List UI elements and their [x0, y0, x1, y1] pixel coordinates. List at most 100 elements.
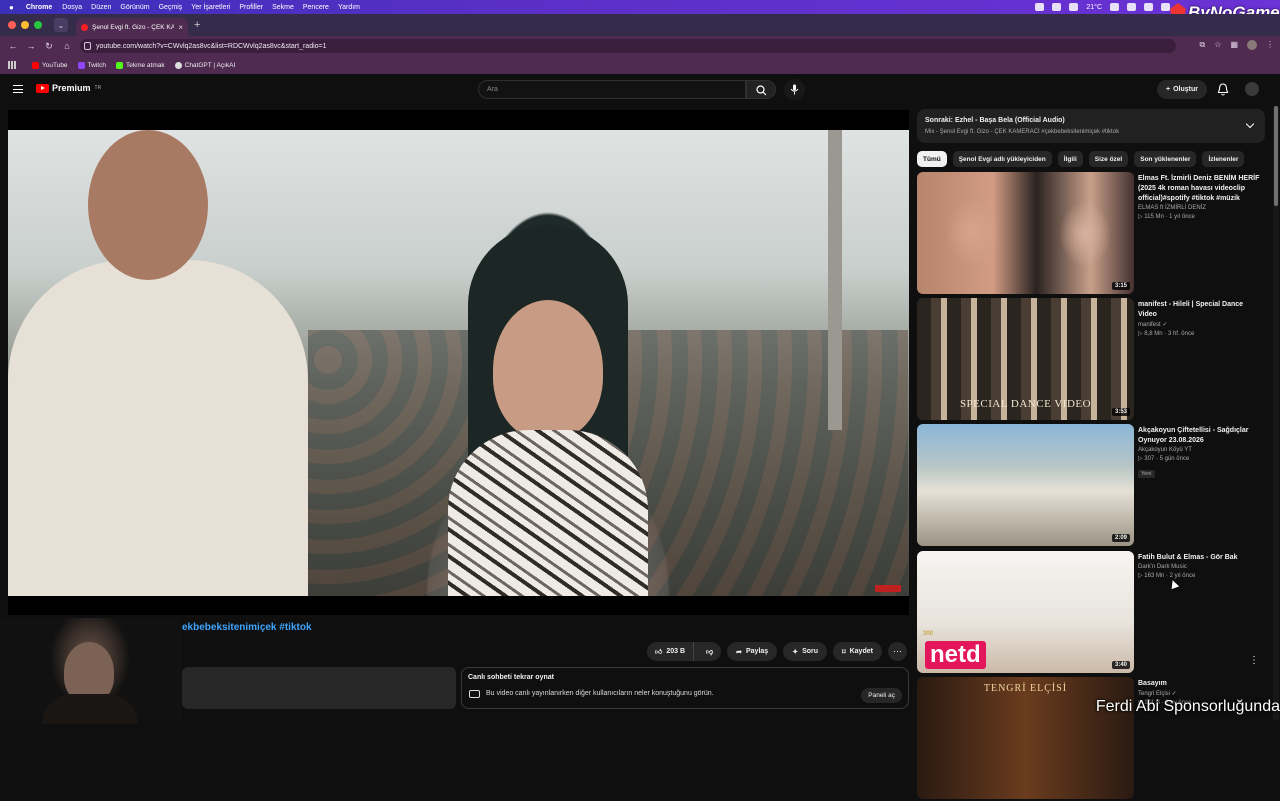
account-avatar[interactable] — [1245, 82, 1259, 96]
description-card[interactable] — [182, 667, 456, 709]
menu-history[interactable]: Geçmiş — [159, 4, 183, 11]
weather-temperature[interactable]: 21°C — [1086, 4, 1102, 11]
thumbnail-text: SPECIAL DANCE VIDEO — [959, 398, 1092, 410]
recommendation-meta: ▷ 115 Mn · 1 yıl önce — [1138, 214, 1195, 220]
create-button[interactable]: + Oluştur — [1157, 80, 1207, 99]
up-next-panel[interactable]: Sonraki: Ezhel - Başa Bela (Official Aud… — [917, 109, 1265, 143]
bookmark-star-icon[interactable]: ☆ — [1214, 40, 1221, 50]
ask-button[interactable]: ✦ Soru — [783, 642, 828, 661]
bookmark-youtube[interactable]: YouTube — [32, 61, 68, 69]
recommendation-item[interactable]: 300 netd 3:40 Fatih Bulut & Elmas - Gör … — [917, 551, 1267, 675]
screen-share-icon[interactable] — [1035, 3, 1045, 11]
chevron-down-icon[interactable] — [1245, 119, 1255, 129]
open-panel-button[interactable]: Paneli aç — [861, 688, 902, 703]
site-info-icon[interactable] — [84, 42, 91, 50]
video-thumbnail[interactable]: 3:15 — [917, 172, 1134, 294]
video-title-hashtags[interactable]: ekbebeksitenimiçek #tiktok — [182, 622, 312, 633]
menu-profiles[interactable]: Profiller — [239, 4, 263, 11]
youtube-premium-logo[interactable]: Premium TR — [36, 83, 101, 93]
network-icon[interactable] — [1127, 3, 1136, 11]
reload-icon[interactable]: ↻ — [40, 41, 58, 52]
menu-app-name[interactable]: Chrome — [26, 4, 52, 11]
menu-help[interactable]: Yardım — [338, 4, 360, 11]
recommendation-item[interactable]: TENGRİ ELÇİSİ Basayım Tengri Elçisi ✓ ▷ … — [917, 677, 1267, 801]
search-input[interactable]: Ara — [478, 80, 746, 99]
tab-search-button[interactable]: ⌄ — [54, 18, 68, 32]
recommendation-item[interactable]: SPECIAL DANCE VIDEO 3:53 manifest - Hilel… — [917, 298, 1267, 422]
dislike-button[interactable]: 👎︎ — [698, 642, 721, 661]
menu-tab[interactable]: Sekme — [272, 4, 294, 11]
extensions-icon[interactable]: ▦ — [1230, 40, 1238, 50]
chip-related[interactable]: İlgili — [1057, 151, 1083, 167]
video-frame[interactable] — [8, 130, 909, 596]
chip-for-you[interactable]: Size özel — [1088, 151, 1129, 167]
address-bar[interactable]: youtube.com/watch?v=CWvlq2as8vc&list=RDC… — [80, 39, 1176, 53]
chip-all[interactable]: Tümü — [917, 151, 947, 167]
url-text[interactable]: youtube.com/watch?v=CWvlq2as8vc&list=RDC… — [96, 43, 327, 50]
notifications-bell-icon[interactable] — [1217, 83, 1229, 96]
channel-watermark-icon[interactable] — [875, 585, 901, 592]
close-window-button[interactable] — [8, 21, 16, 29]
maximize-window-button[interactable] — [34, 21, 42, 29]
recommendation-channel[interactable]: Tengri Elçisi ✓ — [1138, 690, 1262, 697]
chip-recently-uploaded[interactable]: Son yüklenenler — [1134, 151, 1197, 167]
new-tab-button[interactable]: + — [194, 19, 200, 31]
chip-watched[interactable]: İzlenenler — [1202, 151, 1245, 167]
recommendation-channel[interactable]: manifest ✓ — [1138, 321, 1262, 328]
more-options-icon[interactable]: ⋮ — [1249, 655, 1259, 666]
settings-icon[interactable] — [1144, 3, 1153, 11]
media-icon[interactable] — [1110, 3, 1119, 11]
bookmark-chatgpt[interactable]: ChatGPT | AçıkAI — [174, 61, 236, 69]
apple-icon[interactable]: ● — [9, 3, 14, 12]
like-button[interactable]: 👍︎ 203 B — [647, 642, 695, 661]
chip-from-uploader[interactable]: Şenol Evgi adlı yükleyiciden — [952, 151, 1052, 167]
voice-search-button[interactable] — [784, 79, 805, 100]
chrome-menu-icon[interactable]: ⋮ — [1266, 40, 1274, 50]
chrome-status-icon[interactable] — [1052, 3, 1062, 11]
close-tab-icon[interactable]: × — [178, 23, 183, 32]
menu-window[interactable]: Pencere — [303, 4, 329, 11]
video-player[interactable] — [8, 110, 909, 615]
page-scrollbar[interactable] — [1273, 106, 1279, 720]
bookmark-twitch[interactable]: Twitch — [77, 61, 106, 69]
video-thumbnail[interactable]: TENGRİ ELÇİSİ — [917, 677, 1134, 799]
home-icon[interactable]: ⌂ — [58, 41, 76, 51]
menu-hamburger-icon[interactable] — [13, 85, 23, 93]
minimize-window-button[interactable] — [21, 21, 29, 29]
more-actions-button[interactable]: ⋯ — [887, 642, 907, 661]
recommendation-title[interactable]: Akçakoyun Çiftetellisi - Sağdıçlar Oynuy… — [1138, 426, 1262, 446]
record-icon[interactable] — [1069, 3, 1079, 11]
video-thumbnail[interactable]: 2:09 — [917, 424, 1134, 546]
wifi-icon[interactable] — [1161, 3, 1170, 11]
back-arrow-icon[interactable]: ← — [4, 41, 22, 51]
recommendation-item[interactable]: 2:09 Akçakoyun Çiftetellisi - Sağdıçlar … — [917, 424, 1267, 548]
search-button[interactable] — [746, 80, 776, 99]
profile-avatar[interactable] — [1247, 40, 1257, 50]
video-thumbnail[interactable]: 300 netd 3:40 — [917, 551, 1134, 673]
browser-tab-active[interactable]: Şenol Evgi ft. Gizo - ÇEK KAI × — [76, 18, 188, 36]
scrollbar-thumb[interactable] — [1274, 106, 1278, 206]
recommendation-channel[interactable]: Dark'n Dark Music — [1138, 564, 1262, 570]
menu-bookmarks[interactable]: Yer İşaretleri — [191, 4, 230, 11]
menu-file[interactable]: Dosya — [62, 4, 82, 11]
duration-badge: 3:40 — [1111, 661, 1130, 669]
apps-grid-icon[interactable] — [8, 61, 16, 69]
share-button[interactable]: ➦ Paylaş — [727, 642, 778, 661]
menu-edit[interactable]: Düzen — [91, 4, 111, 11]
install-app-icon[interactable]: ⧉ — [1200, 40, 1206, 50]
menu-view[interactable]: Görünüm — [120, 4, 149, 11]
recommendation-item[interactable]: 3:15 Elmas Ft. İzmirli Deniz BENİM HERİF… — [917, 172, 1267, 296]
recommendation-title[interactable]: Basayım — [1138, 679, 1262, 689]
recommendation-channel[interactable]: Akçakoyun Köyü YT — [1138, 447, 1262, 453]
sparkle-icon: ✦ — [792, 648, 799, 656]
bookmark-label: ChatGPT | AçıkAI — [184, 61, 236, 69]
recommendation-title[interactable]: Fatih Bulut & Elmas - Gör Bak — [1138, 553, 1262, 563]
recommendation-info: Akçakoyun Çiftetellisi - Sağdıçlar Oynuy… — [1138, 426, 1262, 480]
video-thumbnail[interactable]: SPECIAL DANCE VIDEO 3:53 — [917, 298, 1134, 420]
bookmark-kick[interactable]: Tekme atmak — [115, 61, 165, 69]
recommendation-channel[interactable]: ELMAS ft İZMİRLİ DENİZ — [1138, 205, 1262, 211]
forward-arrow-icon[interactable]: → — [22, 41, 40, 51]
recommendation-title[interactable]: manifest - Hileli | Special Dance Video — [1138, 300, 1262, 320]
save-button[interactable]: ⌑ Kaydet — [833, 642, 882, 661]
recommendation-title[interactable]: Elmas Ft. İzmirli Deniz BENİM HERİF (202… — [1138, 174, 1262, 204]
